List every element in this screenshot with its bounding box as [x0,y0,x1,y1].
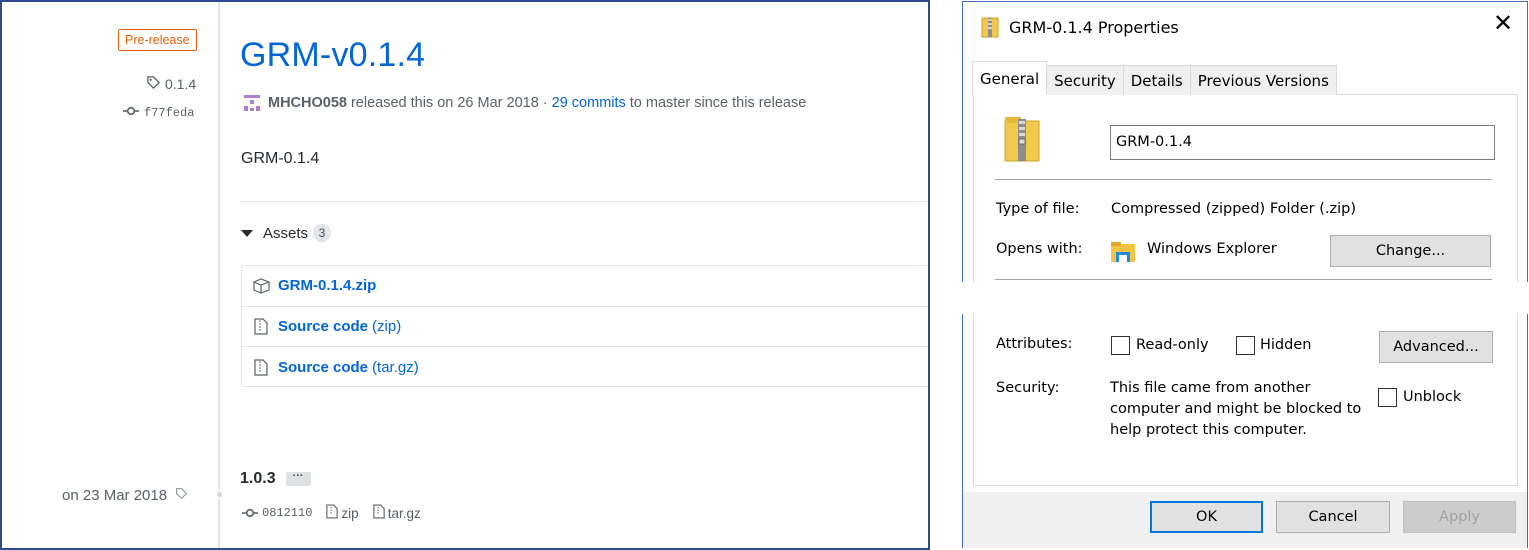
properties-dialog: GRM-0.1.4 Properties ✕ General Security … [962,1,1528,548]
zip-label: zip [341,505,359,521]
asset-ext[interactable]: (zip) [372,318,401,335]
change-button[interactable]: Change... [1330,235,1491,267]
since-text: to master since this release [629,95,807,111]
file-zip-icon [326,504,339,522]
author-name[interactable]: MHCHO058 [268,95,347,111]
file-zip-icon [372,504,385,522]
tag-label: 0.1.4 [165,76,197,92]
older-release-meta: 0812110 zip tar.gz [242,504,431,522]
read-only-checkbox[interactable] [1111,336,1130,355]
expand-ellipsis-button[interactable]: ··· [285,471,311,486]
asset-name[interactable]: Source code [278,359,368,376]
tab-security[interactable]: Security [1046,65,1124,95]
separator [995,179,1492,180]
assets-count: 3 [313,224,332,242]
assets-label: Assets [263,224,309,242]
read-only-label[interactable]: Read-only [1136,337,1209,353]
windows-explorer-icon [1110,240,1136,269]
attributes-label: Attributes: [996,336,1073,352]
avatar[interactable] [242,93,262,113]
separator [995,279,1492,280]
unblock-checkbox[interactable] [1378,388,1397,407]
tab-previous-versions[interactable]: Previous Versions [1189,65,1337,95]
unblock-label[interactable]: Unblock [1403,389,1461,405]
older-release-title[interactable]: 1.0.3 ··· [240,470,311,488]
asset-row-source-targz[interactable]: Source code (tar.gz) [242,347,928,388]
commit-icon [123,106,139,120]
package-icon [252,277,270,295]
cancel-button[interactable]: Cancel [1276,501,1390,533]
asset-row-zip[interactable]: GRM-0.1.4.zip [242,266,928,307]
opens-with-label: Opens with: [996,241,1083,257]
type-of-file-label: Type of file: [996,201,1080,217]
type-of-file-value: Compressed (zipped) Folder (.zip) [1111,201,1357,217]
download-targz-link[interactable]: tar.gz [372,504,421,522]
release-title[interactable]: GRM-v0.1.4 [240,36,425,75]
asset-name[interactable]: GRM-0.1.4.zip [278,277,376,294]
tab-general[interactable]: General [972,61,1048,95]
dialog-titlebar[interactable]: GRM-0.1.4 Properties ✕ [963,2,1527,52]
older-commit-sha[interactable]: 0812110 [262,506,312,520]
dialog-title: GRM-0.1.4 Properties [1009,18,1179,37]
tab-details[interactable]: Details [1122,65,1191,95]
security-text-line: computer and might be blocked to [1110,401,1362,417]
opens-with-value: Windows Explorer [1147,241,1277,257]
release-commit[interactable]: f77feda [123,106,194,120]
release-body: GRM-0.1.4 [241,150,320,167]
divider [241,201,928,202]
tag-icon [146,75,161,93]
timeline-dot [215,490,224,499]
dialog-tabs: General Security Details Previous Versio… [972,61,1337,95]
asset-row-source-zip[interactable]: Source code (zip) [242,307,928,347]
assets-list: GRM-0.1.4.zip Source code (zip) Source c… [241,265,928,388]
zip-folder-icon [981,16,999,43]
zip-folder-large-icon [1003,115,1043,168]
tag-icon [175,487,188,504]
prerelease-badge: Pre-release [118,29,197,51]
released-text: released this on 26 Mar 2018 · [350,95,548,111]
security-label: Security: [996,380,1060,396]
commits-link[interactable]: 29 commits [552,95,626,111]
release-byline: MHCHO058 released this on 26 Mar 2018 · … [242,93,806,113]
download-zip-link[interactable]: zip [326,504,359,522]
apply-button[interactable]: Apply [1403,501,1516,533]
older-date-text: on 23 Mar 2018 [62,487,168,504]
ok-button[interactable]: OK [1150,501,1263,533]
commit-icon [242,506,258,521]
older-release-date: on 23 Mar 2018 [62,487,188,504]
timeline-line [218,2,220,548]
image-crop-gap [940,282,1529,314]
asset-name[interactable]: Source code [278,318,368,335]
file-name-input[interactable]: GRM-0.1.4 [1110,125,1495,160]
file-zip-icon [252,358,270,376]
hidden-label[interactable]: Hidden [1260,337,1311,353]
caret-down-icon [241,229,253,237]
asset-ext[interactable]: (tar.gz) [372,359,419,376]
commit-sha: f77feda [144,106,195,120]
close-icon[interactable]: ✕ [1491,11,1515,36]
hidden-checkbox[interactable] [1236,336,1255,355]
assets-toggle[interactable]: Assets 3 [241,224,332,242]
security-text-line: This file came from another [1110,380,1311,396]
older-title-text[interactable]: 1.0.3 [240,470,276,488]
file-zip-icon [252,317,270,335]
release-tag[interactable]: 0.1.4 [146,75,196,93]
advanced-button[interactable]: Advanced... [1379,331,1493,363]
security-text-line: help protect this computer. [1110,422,1307,438]
github-release-panel: Pre-release 0.1.4 f77feda GRM-v0.1.4 MHC… [0,0,930,550]
targz-label: tar.gz [387,505,421,521]
